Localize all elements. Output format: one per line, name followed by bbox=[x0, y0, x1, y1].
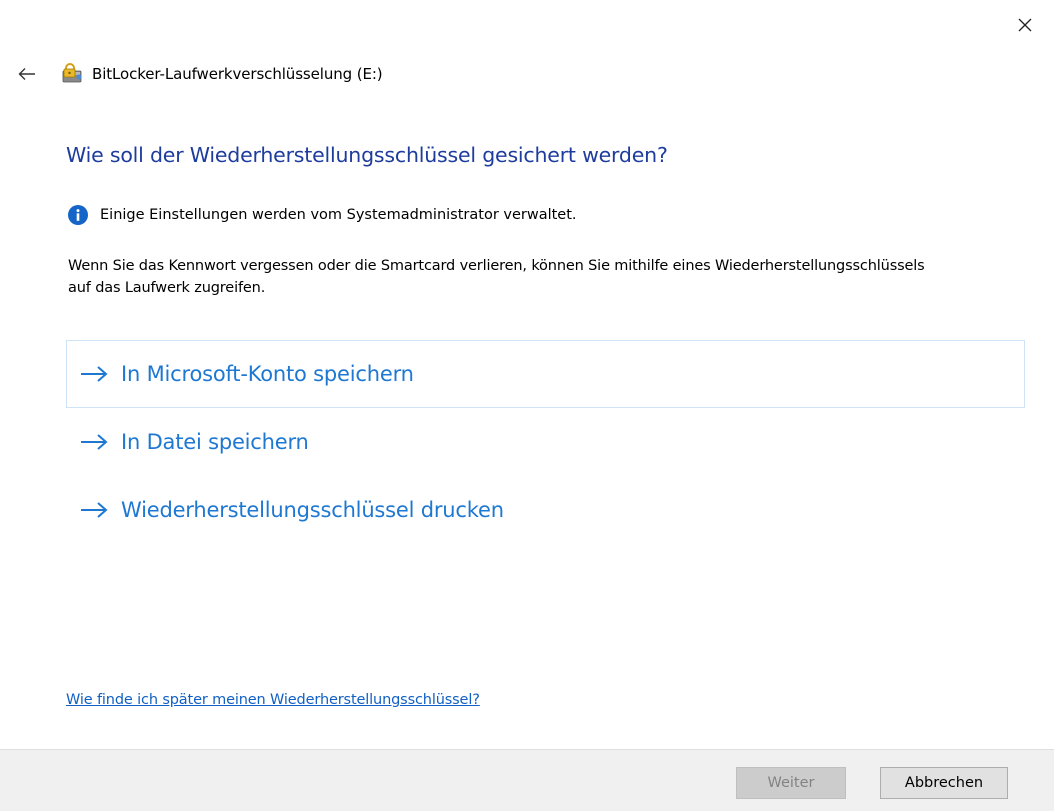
help-link-find-recovery-key[interactable]: Wie finde ich später meinen Wiederherste… bbox=[66, 692, 480, 708]
close-icon bbox=[1018, 18, 1032, 32]
option-label: In Microsoft-Konto speichern bbox=[121, 362, 414, 386]
arrow-right-icon bbox=[79, 432, 109, 452]
backup-options-list: In Microsoft-Konto speichern In Datei sp… bbox=[66, 340, 1025, 544]
option-save-to-file[interactable]: In Datei speichern bbox=[66, 408, 1025, 476]
option-save-to-microsoft-account[interactable]: In Microsoft-Konto speichern bbox=[66, 340, 1025, 408]
cancel-button[interactable]: Abbrechen bbox=[880, 767, 1008, 799]
arrow-right-icon bbox=[79, 500, 109, 520]
next-button[interactable]: Weiter bbox=[736, 767, 846, 799]
title-bar: BitLocker-Laufwerkverschlüsselung (E:) bbox=[14, 58, 383, 90]
bitlocker-icon bbox=[60, 62, 84, 86]
option-label: Wiederherstellungsschlüssel drucken bbox=[121, 498, 504, 522]
footer-bar: Weiter Abbrechen bbox=[0, 749, 1054, 811]
window-title: BitLocker-Laufwerkverschlüsselung (E:) bbox=[92, 65, 383, 83]
arrow-right-icon bbox=[79, 364, 109, 384]
bitlocker-dialog: BitLocker-Laufwerkverschlüsselung (E:) W… bbox=[0, 0, 1054, 811]
info-icon bbox=[68, 205, 88, 225]
description-text: Wenn Sie das Kennwort vergessen oder die… bbox=[68, 258, 925, 296]
option-label: In Datei speichern bbox=[121, 430, 309, 454]
back-arrow-icon bbox=[18, 68, 35, 80]
option-print-recovery-key[interactable]: Wiederherstellungsschlüssel drucken bbox=[66, 476, 1025, 544]
page-heading: Wie soll der Wiederherstellungsschlüssel… bbox=[66, 143, 668, 167]
back-button[interactable] bbox=[14, 61, 40, 87]
admin-info-notice: Einige Einstellungen werden vom Systemad… bbox=[68, 205, 577, 225]
info-text: Einige Einstellungen werden vom Systemad… bbox=[100, 207, 577, 223]
close-button[interactable] bbox=[1010, 10, 1040, 40]
